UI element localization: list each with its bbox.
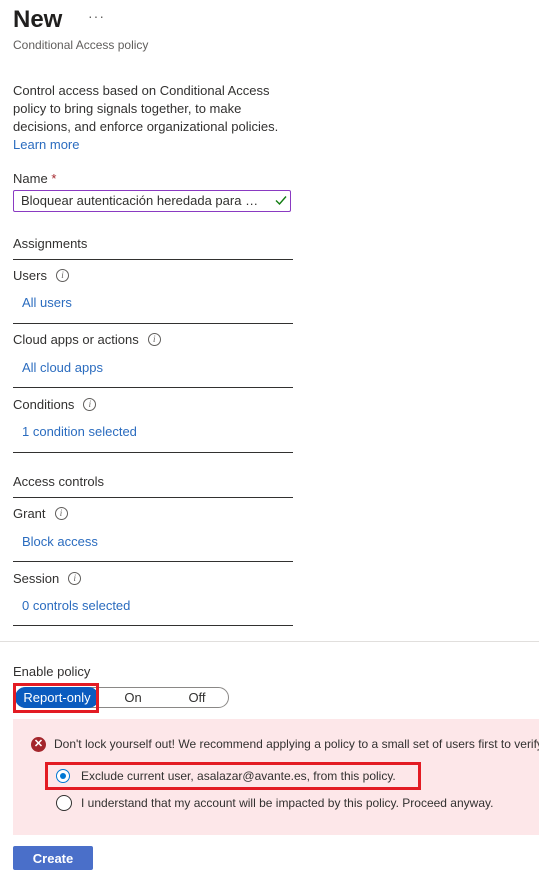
users-label-text: Users (13, 268, 47, 283)
grant-label-text: Grant (13, 506, 46, 521)
grant-label: Grant i (13, 506, 68, 521)
name-label: Name * (13, 171, 56, 186)
proceed-anyway-label[interactable]: I understand that my account will be imp… (81, 796, 493, 810)
cloud-apps-label-text: Cloud apps or actions (13, 332, 139, 347)
highlight-box (13, 683, 99, 713)
divider (13, 387, 293, 388)
divider (13, 323, 293, 324)
enable-policy-label: Enable policy (13, 664, 91, 679)
on-option[interactable]: On (113, 687, 153, 708)
highlight-box (45, 762, 421, 790)
divider (13, 625, 293, 626)
policy-description: Control access based on Conditional Acce… (13, 82, 293, 154)
description-text: Control access based on Conditional Acce… (13, 83, 279, 134)
session-value-link[interactable]: 0 controls selected (22, 598, 130, 613)
page-subtitle: Conditional Access policy (13, 38, 149, 52)
page-title: New (13, 6, 63, 33)
checkmark-icon (275, 196, 287, 206)
required-mark: * (51, 171, 57, 186)
divider (13, 452, 293, 453)
conditions-value-link[interactable]: 1 condition selected (22, 424, 137, 439)
users-value-link[interactable]: All users (22, 295, 72, 310)
users-label: Users i (13, 268, 69, 283)
divider (13, 561, 293, 562)
error-icon: ✕ (31, 737, 46, 752)
policy-name-input[interactable]: Bloquear autenticación heredada para M36… (13, 190, 291, 212)
info-icon[interactable]: i (54, 507, 68, 520)
info-icon[interactable]: i (55, 269, 69, 282)
divider (13, 497, 293, 498)
session-label-text: Session (13, 571, 60, 586)
assignments-heading: Assignments (13, 236, 88, 251)
info-icon[interactable]: i (68, 572, 82, 585)
learn-more-link[interactable]: Learn more (13, 137, 79, 152)
info-icon[interactable]: i (83, 398, 97, 411)
conditions-label-text: Conditions (13, 397, 75, 412)
warning-text: Don't lock yourself out! We recommend ap… (54, 737, 539, 751)
name-label-text: Name (13, 171, 48, 186)
proceed-anyway-radio[interactable] (56, 795, 72, 811)
divider (13, 259, 293, 260)
create-button[interactable]: Create (13, 846, 93, 870)
access-controls-heading: Access controls (13, 474, 105, 489)
more-options-button[interactable]: ··· (88, 8, 105, 24)
conditions-label: Conditions i (13, 397, 97, 412)
cloud-apps-value-link[interactable]: All cloud apps (22, 360, 103, 375)
grant-value-link[interactable]: Block access (22, 534, 98, 549)
off-option[interactable]: Off (177, 687, 217, 708)
info-icon[interactable]: i (147, 333, 161, 346)
section-divider (0, 641, 539, 642)
session-label: Session i (13, 571, 82, 586)
cloud-apps-label: Cloud apps or actions i (13, 332, 161, 347)
